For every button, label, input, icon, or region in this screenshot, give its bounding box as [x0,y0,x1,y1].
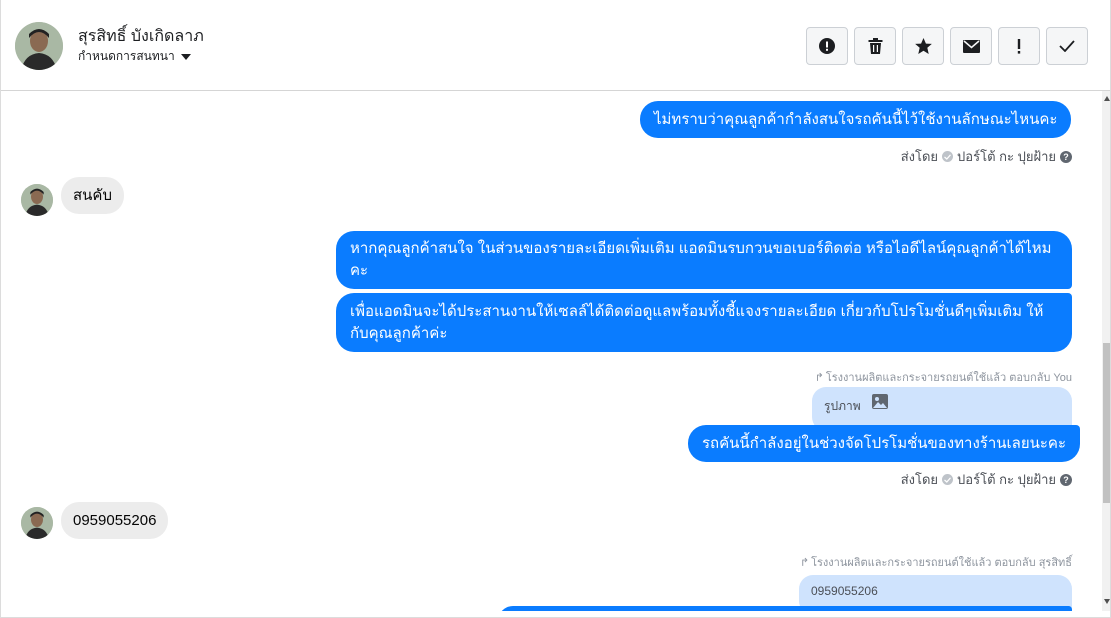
incoming-message[interactable]: สนคับ [61,177,124,214]
reply-context: ↱ โรงงานผลิตและกระจายรถยนต์ใช้แล้ว ตอบกล… [815,368,1072,386]
star-icon [914,38,932,54]
avatar[interactable] [15,22,63,70]
scrollbar[interactable] [1102,91,1110,611]
sent-by-info: ส่งโดย ปอร์โต้ กะ ปุยฝ้าย ? [901,469,1072,490]
incoming-message[interactable]: 0959055206 [61,502,169,539]
scroll-down-arrow-icon[interactable] [1104,599,1110,604]
mark-done-button[interactable] [1046,27,1088,65]
sent-by-label: ส่งโดย [900,149,939,164]
outgoing-message[interactable]: หากคุณลูกค้าสนใจ ในส่วนของรายละเอียดเพิ่… [336,231,1072,289]
outgoing-message[interactable]: ไม่ทราบว่าคุณลูกค้ากำลังสนใจรถคันนี้ไว้ใ… [640,101,1072,138]
message-thread: ไม่ทราบว่าคุณลูกค้ากำลังสนใจรถคันนี้ไว้ใ… [1,91,1101,611]
check-circle-icon [942,474,954,485]
star-button[interactable] [902,27,944,65]
check-circle-icon [942,151,954,162]
quoted-message-text: รูปภาพ [824,398,861,413]
help-icon[interactable]: ? [1060,473,1072,486]
checkmark-icon [1059,40,1075,52]
reply-context: ↱ โรงงานผลิตและกระจายรถยนต์ใช้แล้ว ตอบกล… [800,553,1072,571]
reply-context-text: โรงงานผลิตและกระจายรถยนต์ใช้แล้ว ตอบกลับ… [811,557,1072,569]
outgoing-message[interactable]: เพื่อแอดมินจะได้ประสานงานให้เซลล์ได้ติดต… [336,293,1072,352]
delete-button[interactable] [854,27,896,65]
quoted-message-text: 0959055206 [811,584,878,598]
sent-by-info: ส่งโดย ปอร์โต้ กะ ปุยฝ้าย ? [901,146,1072,167]
reply-context-text: โรงงานผลิตและกระจายรถยนต์ใช้แล้ว ตอบกลับ… [825,372,1072,384]
conversation-label-text: กำหนดการสนทนา [78,49,175,63]
scroll-up-arrow-icon[interactable] [1104,96,1110,101]
report-spam-icon [819,38,835,54]
follow-up-button[interactable] [998,27,1040,65]
envelope-icon [962,39,980,53]
avatar[interactable] [21,507,53,539]
mark-unread-button[interactable] [950,27,992,65]
reply-arrow-icon: ↱ [814,371,824,384]
image-icon [871,394,888,410]
sent-by-agent[interactable]: ปอร์โต้ กะ ปุยฝ้าย [957,146,1056,167]
help-icon[interactable]: ? [1060,150,1072,163]
conversation-header: สุรสิทธิ์ บังเกิดลาภ กำหนดการสนทนา [1,0,1110,91]
reply-arrow-icon: ↱ [799,556,810,569]
conversation-label-dropdown[interactable]: กำหนดการสนทนา [78,47,191,66]
sent-by-agent[interactable]: ปอร์โต้ กะ ปุยฝ้าย [957,469,1056,490]
scrollbar-thumb[interactable] [1103,343,1110,503]
outgoing-message[interactable]: รถคันนี้กำลังอยู่ในช่วงจัดโปรโมชั่นของทา… [688,425,1081,462]
conversation-window: สุรสิทธิ์ บังเกิดลาภ กำหนดการสนทนา ไม่ทร… [0,0,1111,618]
trash-icon [868,38,882,54]
sent-by-label: ส่งโดย [900,472,939,487]
report-spam-button[interactable] [806,27,848,65]
contact-name[interactable]: สุรสิทธิ์ บังเกิดลาภ [78,24,204,49]
outgoing-message[interactable] [498,606,1072,611]
caret-down-icon [180,54,191,60]
avatar[interactable] [21,184,53,216]
exclamation-icon [1017,38,1021,54]
header-actions [806,27,1088,65]
